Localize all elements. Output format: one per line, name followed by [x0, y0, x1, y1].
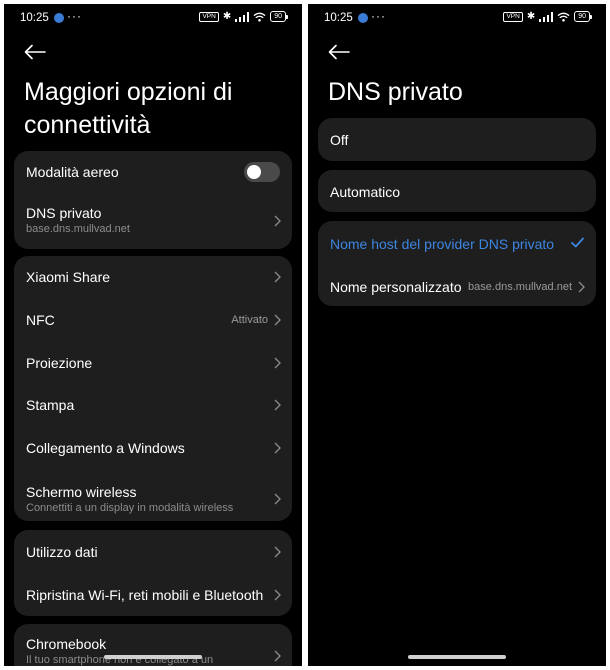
- chromebook-card: Chromebook Il tuo smartphone non è colle…: [14, 624, 292, 666]
- airplane-mode-label: Modalità aereo: [26, 164, 119, 180]
- dns-option-hostname[interactable]: Nome host del provider DNS privato: [318, 221, 596, 264]
- status-bar: 10:25 ··· VPN ✱ 90: [4, 4, 302, 32]
- back-arrow-icon[interactable]: [24, 44, 46, 60]
- private-dns-value: base.dns.mullvad.net: [26, 223, 130, 235]
- chromebook-label: Chromebook: [26, 636, 107, 652]
- wifi-icon: [557, 12, 570, 22]
- vpn-icon: VPN: [199, 11, 219, 22]
- airplane-mode-row[interactable]: Modalità aereo: [14, 151, 292, 193]
- back-arrow-icon[interactable]: [328, 44, 350, 60]
- home-indicator[interactable]: [408, 655, 506, 659]
- nfc-label: NFC: [26, 312, 55, 328]
- page-title: DNS privato: [328, 78, 463, 106]
- reset-network-label: Ripristina Wi-Fi, reti mobili e Bluetoot…: [26, 587, 264, 603]
- reset-network-row[interactable]: Ripristina Wi-Fi, reti mobili e Bluetoot…: [14, 572, 292, 616]
- checkmark-icon: [571, 237, 584, 248]
- status-icons: VPN ✱ 90: [503, 11, 592, 22]
- battery-icon: 90: [574, 11, 592, 22]
- wifi-icon: [253, 12, 266, 22]
- private-dns-label: DNS privato: [26, 205, 102, 221]
- chevron-right-icon: [578, 281, 585, 293]
- status-bar: 10:25 ··· VPN ✱ 90: [308, 4, 606, 32]
- data-usage-row[interactable]: Utilizzo dati: [14, 530, 292, 572]
- bluetooth-icon: ✱: [526, 11, 536, 22]
- home-indicator[interactable]: [104, 655, 202, 659]
- phone-screen-connectivity: 10:25 ··· VPN ✱ 90 Maggiori opzioni di c…: [4, 4, 302, 666]
- signal-icon: [235, 11, 250, 22]
- status-time: 10:25: [20, 12, 49, 24]
- private-dns-row[interactable]: DNS privato base.dns.mullvad.net: [14, 193, 292, 249]
- wireless-display-row[interactable]: Schermo wireless Connettiti a un display…: [14, 466, 292, 521]
- wireless-display-label: Schermo wireless: [26, 484, 137, 500]
- status-time: 10:25: [324, 12, 353, 24]
- dns-option-off-label: Off: [330, 132, 349, 148]
- nfc-row[interactable]: NFC Attivato: [14, 298, 292, 340]
- print-label: Stampa: [26, 397, 75, 413]
- chevron-right-icon: [274, 399, 281, 411]
- notification-icon: [358, 13, 368, 23]
- link-to-windows-label: Collegamento a Windows: [26, 440, 185, 456]
- chevron-right-icon: [274, 546, 281, 558]
- dns-option-automatic-label: Automatico: [330, 184, 401, 200]
- wireless-display-description: Connettiti a un display in modalità wire…: [26, 502, 234, 514]
- network-card: Modalità aereo DNS privato base.dns.mull…: [14, 151, 292, 249]
- chevron-right-icon: [274, 442, 281, 454]
- projection-label: Proiezione: [26, 355, 93, 371]
- dns-option-off[interactable]: Off: [318, 118, 596, 161]
- dns-custom-name-row[interactable]: Nome personalizzato base.dns.mullvad.net: [318, 264, 596, 306]
- battery-icon: 90: [270, 11, 288, 22]
- projection-row[interactable]: Proiezione: [14, 340, 292, 382]
- signal-icon: [539, 11, 554, 22]
- dns-custom-name-label: Nome personalizzato: [330, 279, 462, 295]
- airplane-mode-toggle[interactable]: [244, 162, 280, 182]
- xiaomi-share-label: Xiaomi Share: [26, 269, 111, 285]
- link-to-windows-row[interactable]: Collegamento a Windows: [14, 424, 292, 466]
- data-usage-label: Utilizzo dati: [26, 544, 98, 560]
- print-row[interactable]: Stampa: [14, 382, 292, 424]
- toggle-knob: [247, 165, 261, 179]
- chevron-right-icon: [274, 357, 281, 369]
- chevron-right-icon: [274, 493, 281, 505]
- bluetooth-icon: ✱: [222, 11, 232, 22]
- chromebook-row[interactable]: Chromebook Il tuo smartphone non è colle…: [14, 624, 292, 666]
- chevron-right-icon: [274, 215, 281, 227]
- nfc-status: Attivato: [231, 314, 268, 326]
- xiaomi-share-row[interactable]: Xiaomi Share: [14, 256, 292, 298]
- notification-icon: [54, 13, 64, 23]
- dns-custom-name-value: base.dns.mullvad.net: [468, 281, 572, 293]
- more-notifications-icon: ···: [371, 9, 386, 23]
- chevron-right-icon: [274, 314, 281, 326]
- phone-screen-private-dns: 10:25 ··· VPN ✱ 90 DNS privato Off Autom…: [308, 4, 606, 666]
- page-title: Maggiori opzioni di connettività: [24, 78, 233, 139]
- dns-option-automatic[interactable]: Automatico: [318, 170, 596, 212]
- status-icons: VPN ✱ 90: [199, 11, 288, 22]
- dns-option-hostname-label: Nome host del provider DNS privato: [330, 236, 555, 252]
- dns-provider-card: Nome host del provider DNS privato Nome …: [318, 221, 596, 306]
- chevron-right-icon: [274, 650, 281, 662]
- data-card: Utilizzo dati Ripristina Wi-Fi, reti mob…: [14, 530, 292, 616]
- more-notifications-icon: ···: [67, 9, 82, 23]
- vpn-icon: VPN: [503, 11, 523, 22]
- chevron-right-icon: [274, 589, 281, 601]
- chevron-right-icon: [274, 271, 281, 283]
- services-card: Xiaomi Share NFC Attivato Proiezione Sta…: [14, 256, 292, 521]
